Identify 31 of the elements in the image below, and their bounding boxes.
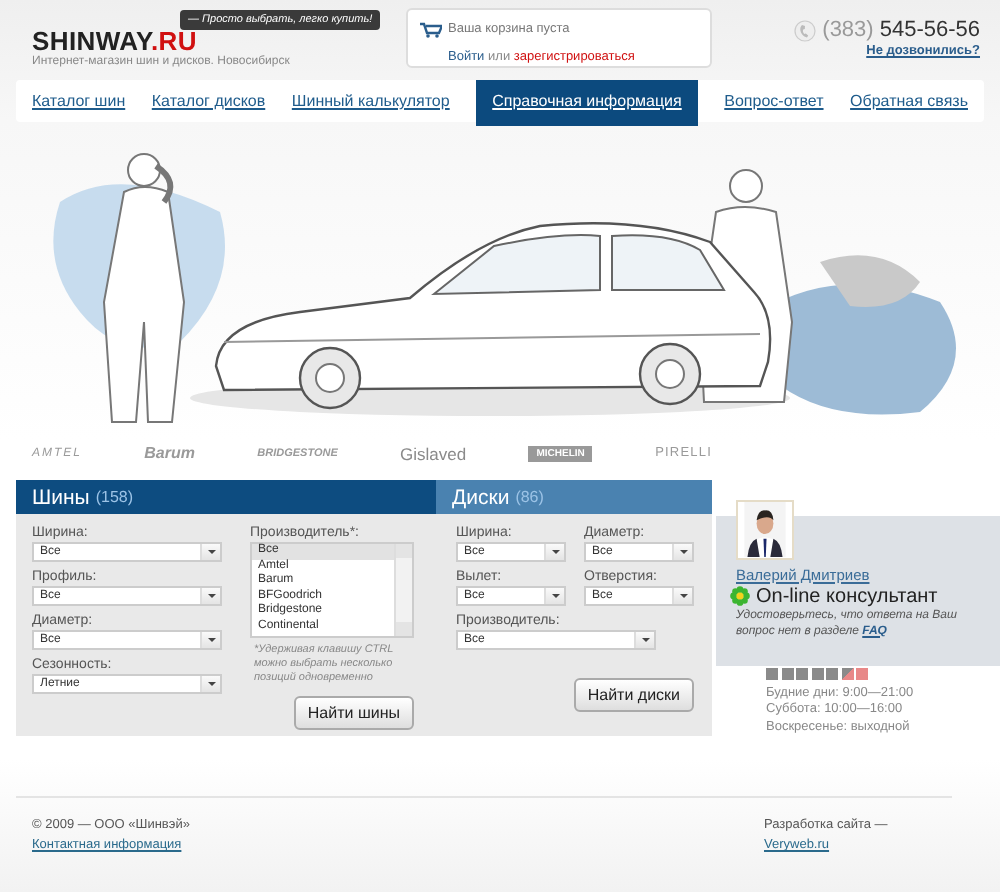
scrollbar[interactable]: [394, 544, 412, 636]
nav-tab[interactable]: Каталог дисков: [151, 80, 266, 122]
result-count: (158): [95, 488, 134, 506]
flower-icon: [730, 586, 750, 606]
caret-icon: [200, 544, 220, 560]
nav-tab[interactable]: Обратная связь: [850, 80, 968, 122]
section-title: Шины: [32, 485, 90, 509]
site-logo[interactable]: SHINWAY.RU: [32, 26, 406, 56]
cart-icon: [420, 21, 442, 37]
caret-icon: [544, 588, 564, 604]
phone-number: 545-56-56: [879, 18, 980, 42]
caret-icon: [544, 544, 564, 560]
search-button[interactable]: Найти шины: [293, 696, 414, 730]
caret-icon: [634, 632, 654, 648]
search-button[interactable]: Найти диски: [573, 678, 694, 712]
nav-tab[interactable]: Вопрос-ответ: [724, 80, 824, 122]
nav-tab[interactable]: Шинный калькулятор: [291, 80, 450, 122]
caret-icon: [672, 544, 692, 560]
phone-code: (383): [822, 18, 874, 42]
result-count: (86): [515, 488, 544, 506]
caret-icon: [200, 588, 220, 604]
consultant-title: On-line консультант: [756, 585, 938, 607]
brand-logo: Gislaved: [400, 443, 467, 463]
caret-icon: [200, 676, 220, 692]
section-title: Диски: [452, 485, 510, 509]
caret-icon: [200, 632, 220, 648]
caret-icon: [672, 588, 692, 604]
phone-icon: [794, 19, 817, 41]
nav-tab[interactable]: Справочная информация: [476, 80, 698, 126]
nav-tab[interactable]: Каталог шин: [32, 80, 126, 122]
brand-logo: Barum: [144, 444, 195, 462]
